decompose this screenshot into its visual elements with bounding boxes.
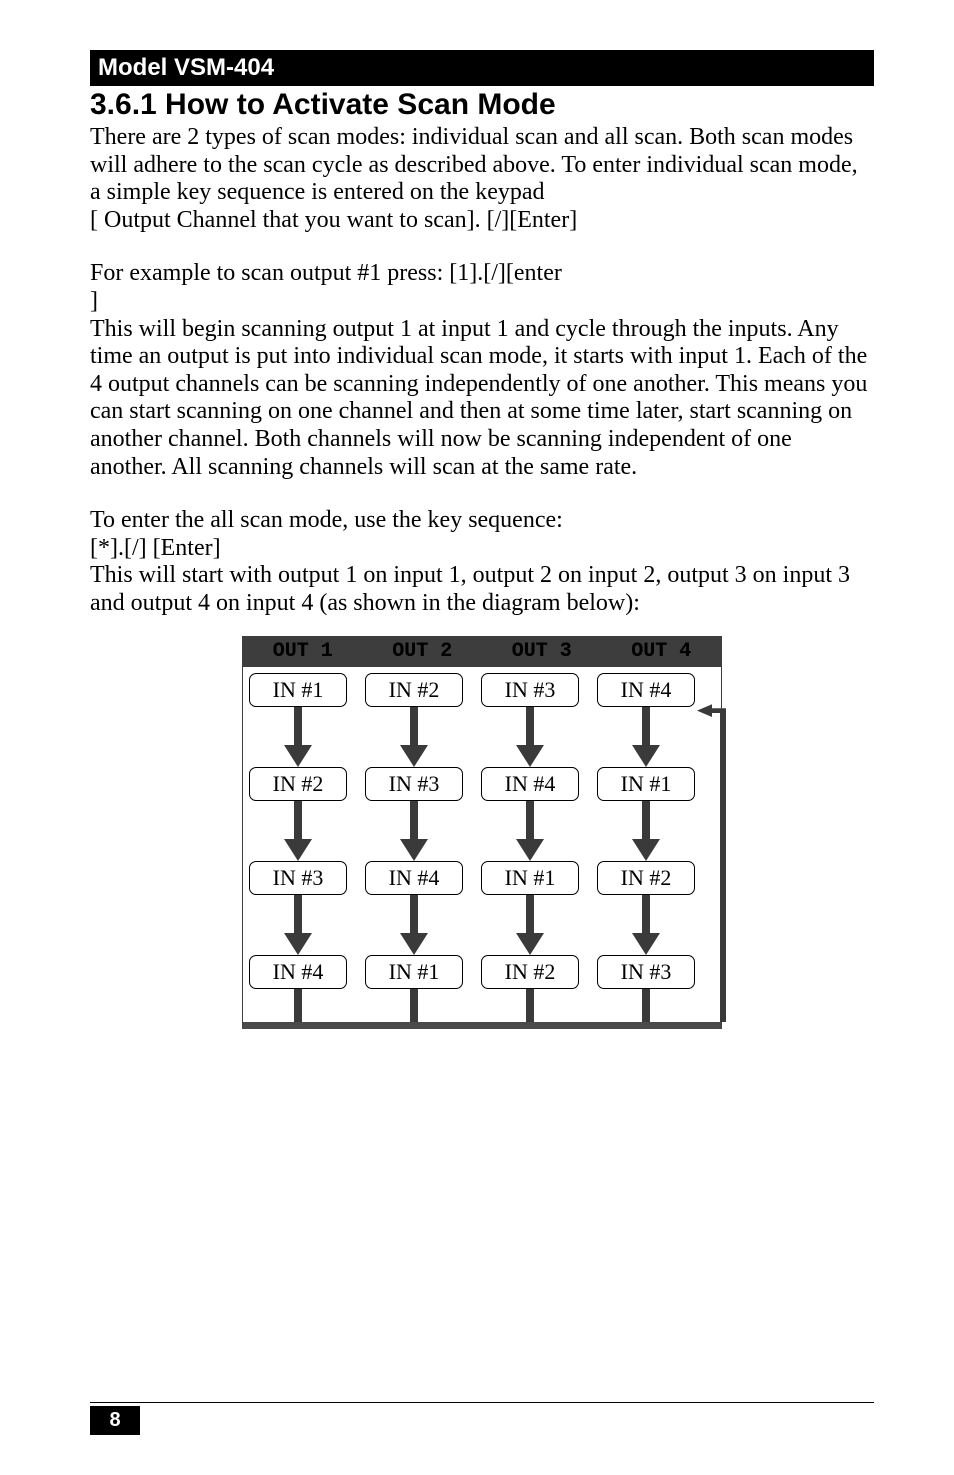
table-row: IN #3 IN #4 IN #1 IN #2 (249, 861, 695, 895)
down-arrow-icon (282, 895, 314, 962)
down-arrow-icon (514, 801, 546, 868)
down-arrow-icon (282, 707, 314, 774)
arrow-row (249, 707, 695, 767)
para-1: There are 2 types of scan modes: individ… (90, 124, 874, 207)
down-arrow-icon (514, 707, 546, 774)
cell: IN #1 (597, 767, 695, 801)
para-5: This will start with output 1 on input 1… (90, 562, 874, 617)
cell: IN #3 (249, 861, 347, 895)
col-header-out1: OUT 1 (243, 637, 363, 666)
cell: IN #2 (481, 955, 579, 989)
model-bar: Model VSM-404 (90, 50, 874, 86)
down-arrow-icon (630, 895, 662, 962)
arrow-row (249, 989, 695, 1022)
page: Model VSM-404 3.6.1 How to Activate Scan… (0, 0, 954, 1475)
cell: IN #1 (481, 861, 579, 895)
down-arrow-icon (398, 707, 430, 774)
table-row: IN #2 IN #3 IN #4 IN #1 (249, 767, 695, 801)
col-header-out3: OUT 3 (482, 637, 602, 666)
down-arrow-icon (398, 801, 430, 868)
down-arrow-icon (514, 895, 546, 962)
scan-diagram: OUT 1 OUT 2 OUT 3 OUT 4 IN #1 IN #2 IN #… (242, 636, 722, 1029)
cell: IN #1 (249, 673, 347, 707)
col-header-out2: OUT 2 (363, 637, 483, 666)
cell: IN #3 (597, 955, 695, 989)
down-arrow-icon (282, 801, 314, 868)
para-1b: [ Output Channel that you want to scan].… (90, 207, 874, 235)
down-arrow-icon (630, 801, 662, 868)
cell: IN #4 (249, 955, 347, 989)
diagram-body: IN #1 IN #2 IN #3 IN #4 IN #2 IN #3 IN #… (242, 667, 722, 1029)
cell: IN #2 (249, 767, 347, 801)
cell: IN #3 (481, 673, 579, 707)
para-3: This will begin scanning output 1 at inp… (90, 316, 874, 482)
cell: IN #2 (365, 673, 463, 707)
para-2b: ] (90, 288, 874, 316)
arrow-row (249, 801, 695, 861)
cell: IN #3 (365, 767, 463, 801)
down-arrow-icon (630, 707, 662, 774)
col-header-out4: OUT 4 (602, 637, 722, 666)
footer-rule (90, 1402, 874, 1403)
cell: IN #4 (481, 767, 579, 801)
para-4a: To enter the all scan mode, use the key … (90, 507, 874, 535)
section-heading: 3.6.1 How to Activate Scan Mode (90, 88, 874, 122)
table-row: IN #4 IN #1 IN #2 IN #3 (249, 955, 695, 989)
cell: IN #1 (365, 955, 463, 989)
cell: IN #2 (597, 861, 695, 895)
loop-back-arrow (697, 701, 727, 1022)
page-number: 8 (90, 1406, 140, 1435)
cell: IN #4 (597, 673, 695, 707)
para-2a: For example to scan output #1 press: [1]… (90, 260, 874, 288)
down-arrow-icon (282, 989, 314, 1022)
down-arrow-icon (514, 989, 546, 1022)
down-arrow-icon (398, 989, 430, 1022)
table-row: IN #1 IN #2 IN #3 IN #4 (249, 673, 695, 707)
body-text: There are 2 types of scan modes: individ… (90, 124, 874, 618)
down-arrow-icon (630, 989, 662, 1022)
para-4b: [*].[/] [Enter] (90, 535, 874, 563)
cell: IN #4 (365, 861, 463, 895)
down-arrow-icon (398, 895, 430, 962)
diagram-header-row: OUT 1 OUT 2 OUT 3 OUT 4 (242, 636, 722, 667)
arrow-row (249, 895, 695, 955)
